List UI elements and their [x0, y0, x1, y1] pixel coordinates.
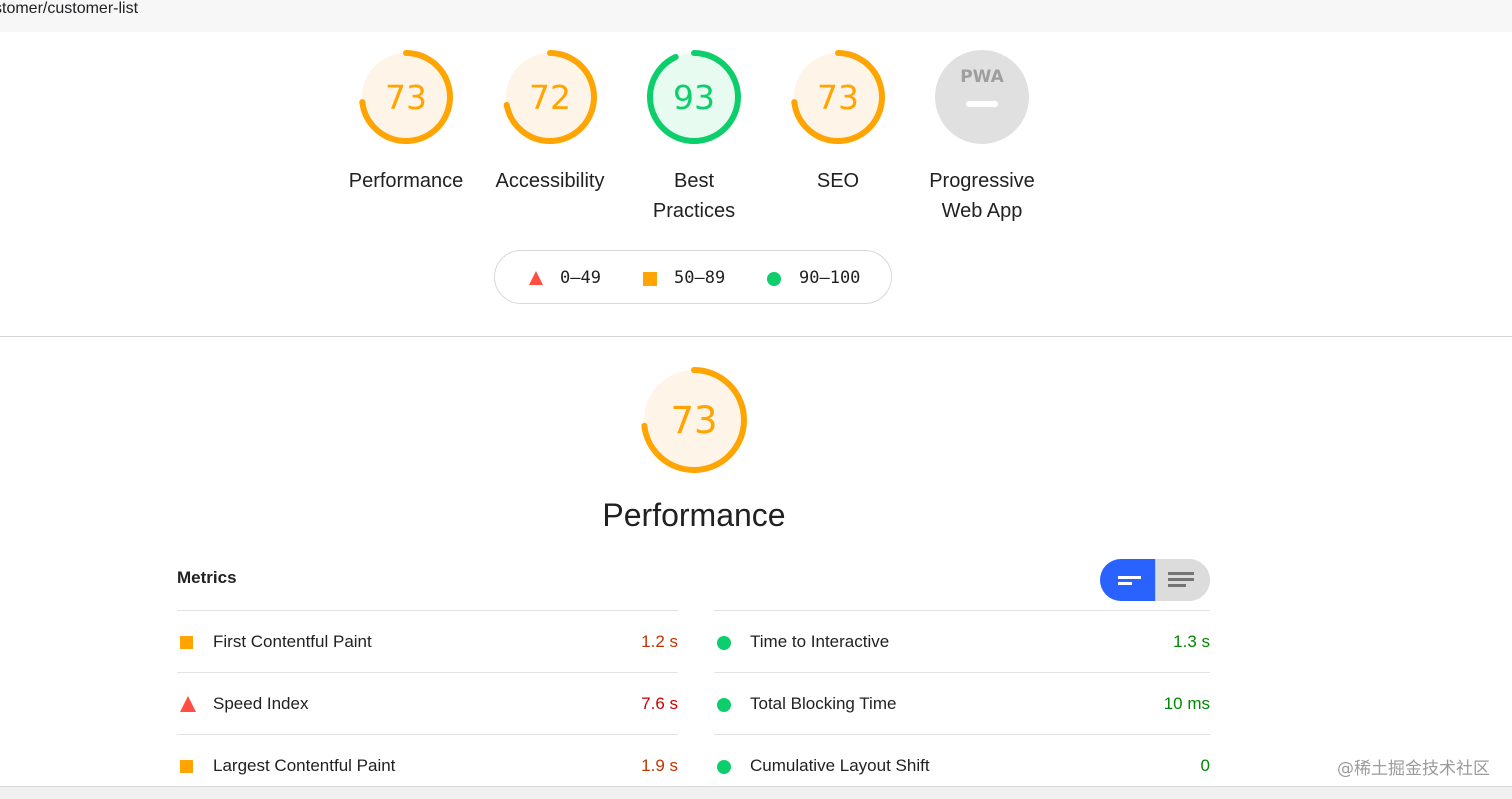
legend-range-pass: 90–100 — [799, 268, 861, 288]
circle-icon — [767, 272, 781, 286]
performance-title: Performance — [602, 497, 786, 533]
metric-row: First Contentful Paint 1.2 s — [177, 610, 678, 672]
square-icon — [180, 636, 193, 649]
gauge-score: 73 — [670, 399, 717, 442]
circle-icon — [717, 698, 731, 712]
expanded-view-button[interactable] — [1156, 559, 1210, 601]
compact-view-button[interactable] — [1100, 559, 1155, 601]
gauge-best-practices[interactable]: 93 Best Practices — [629, 48, 759, 226]
metric-row: Total Blocking Time 10 ms — [714, 672, 1210, 734]
url-text: stomer/customer-list — [0, 0, 139, 17]
expanded-view-icon — [1168, 572, 1194, 587]
metrics-title: Metrics — [177, 568, 237, 587]
horizontal-scrollbar[interactable] — [0, 786, 1512, 799]
metric-value: 7.6 s — [641, 694, 678, 713]
square-icon — [180, 760, 193, 773]
metric-name: Total Blocking Time — [750, 694, 897, 713]
circle-icon — [717, 636, 731, 650]
legend-range-fail: 0–49 — [560, 268, 601, 288]
metric-name: First Contentful Paint — [213, 632, 372, 651]
metrics-column-right: Time to Interactive 1.3 s Total Blocking T… — [714, 610, 1210, 796]
gauge-label: Performance — [348, 170, 464, 192]
gauge-accessibility[interactable]: 72 Accessibility — [485, 48, 615, 196]
metric-name: Speed Index — [213, 694, 309, 713]
gauge-score: 93 — [673, 78, 715, 117]
performance-score-gauge: 73 — [632, 364, 756, 493]
watermark: @稀土掘金技术社区 — [1337, 759, 1490, 779]
pwa-badge-icon: PWA — [935, 50, 1029, 144]
metric-value: 10 ms — [1163, 694, 1210, 713]
metric-name: Largest Contentful Paint — [213, 756, 396, 775]
metrics-view-toggle[interactable] — [1100, 559, 1210, 601]
gauge-score: 72 — [529, 78, 571, 117]
metric-value: 1.3 s — [1173, 632, 1210, 651]
triangle-icon — [180, 696, 196, 712]
gauge-ring: 73 — [359, 50, 453, 144]
square-icon — [643, 272, 657, 286]
gauge-seo[interactable]: 73 SEO — [773, 48, 903, 196]
gauge-label-line: Practices — [652, 200, 736, 222]
gauge-ring: 93 — [647, 50, 741, 144]
gauge-score: 73 — [817, 78, 859, 117]
metric-value: 1.9 s — [641, 756, 678, 775]
gauge-label: Progressive Web App — [917, 166, 1047, 226]
gauge-label-line: Progressive — [929, 170, 1035, 192]
pwa-dash — [966, 101, 998, 107]
gauge-label-line: Web App — [941, 200, 1023, 222]
triangle-icon — [529, 271, 543, 285]
metric-row: Time to Interactive 1.3 s — [714, 610, 1210, 672]
metric-value: 0 — [1200, 756, 1210, 775]
section-divider — [0, 336, 1512, 337]
url-bar[interactable]: stomer/customer-list — [0, 0, 1512, 32]
gauge-pwa[interactable]: PWA Progressive Web App — [917, 48, 1047, 226]
gauge-label: Best Practices — [629, 166, 759, 226]
circle-icon — [717, 760, 731, 774]
gauge-label: SEO — [816, 170, 860, 192]
metric-value: 1.2 s — [641, 632, 678, 651]
compact-view-icon — [1118, 576, 1141, 585]
metric-row: Speed Index 7.6 s — [177, 672, 678, 734]
gauge-label-line: Best — [673, 170, 715, 192]
legend-range-average: 50–89 — [674, 268, 726, 288]
gauge-label: Accessibility — [495, 170, 605, 192]
metric-name: Time to Interactive — [750, 632, 890, 651]
score-legend: 0–49 50–89 90–100 — [494, 250, 892, 304]
gauge-score: 73 — [385, 78, 427, 117]
gauge-performance[interactable]: 73 Performance — [341, 48, 471, 196]
gauge-ring: 73 — [641, 367, 747, 473]
gauge-ring: 73 — [791, 50, 885, 144]
gauge-ring: 72 — [503, 50, 597, 144]
pwa-badge-text: PWA — [960, 67, 1004, 87]
metric-name: Cumulative Layout Shift — [750, 756, 930, 775]
metrics-column-left: First Contentful Paint 1.2 s Speed Index 7.… — [177, 610, 678, 796]
